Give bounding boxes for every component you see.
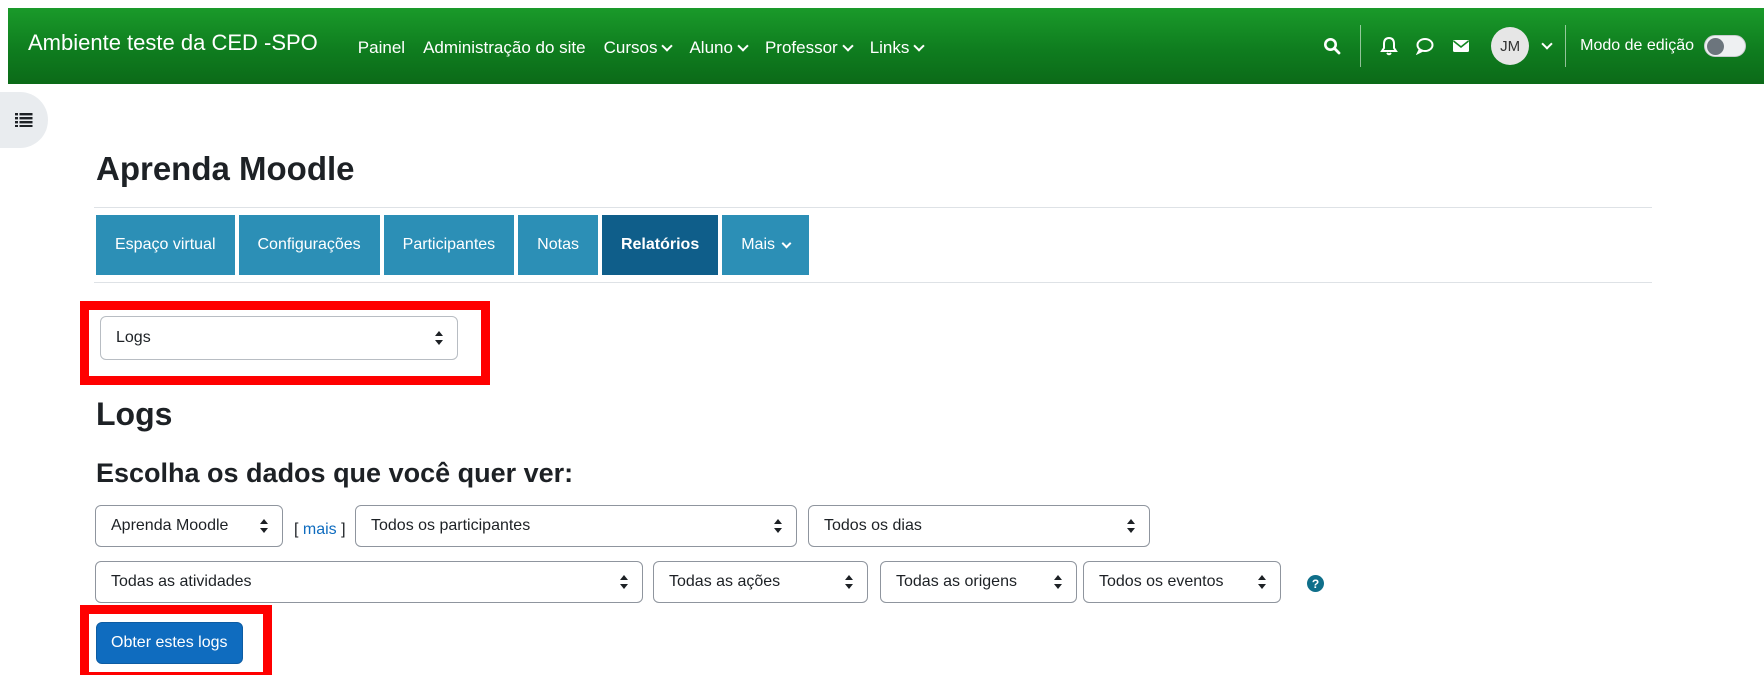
tab-relatorios[interactable]: Relatórios [601, 215, 719, 275]
primary-navigation: Painel Administração do site Cursos Alun… [358, 38, 926, 58]
select-arrows-icon [774, 519, 782, 533]
more-courses-link-wrapper: [ mais ] [294, 521, 346, 538]
navbar-divider [1360, 25, 1362, 67]
divider [94, 282, 1652, 283]
navbar-right: JM Modo de edição [1318, 8, 1746, 84]
nav-painel[interactable]: Painel [358, 38, 405, 58]
avatar[interactable]: JM [1491, 27, 1530, 65]
page-heading: Logs [96, 396, 173, 432]
course-tabs: Espaço virtual Configurações Participant… [96, 215, 809, 275]
days-filter-select[interactable]: Todos os dias [808, 505, 1150, 547]
chevron-down-icon[interactable] [1541, 38, 1553, 50]
course-index-toggle[interactable] [0, 92, 48, 148]
envelope-icon[interactable] [1447, 32, 1475, 60]
list-icon [15, 113, 33, 127]
site-brand[interactable]: Ambiente teste da CED -SPO [28, 30, 318, 56]
nav-links[interactable]: Links [870, 38, 926, 58]
nav-aluno[interactable]: Aluno [689, 38, 749, 58]
tab-mais[interactable]: Mais [722, 215, 809, 275]
tab-notas[interactable]: Notas [518, 215, 598, 275]
activities-filter-select[interactable]: Todas as atividades [95, 561, 643, 603]
chevron-down-icon [661, 40, 674, 52]
select-arrows-icon [620, 575, 628, 589]
course-title: Aprenda Moodle [96, 150, 355, 187]
tab-espaco-virtual[interactable]: Espaço virtual [96, 215, 235, 275]
chevron-down-icon [913, 40, 926, 52]
nav-cursos[interactable]: Cursos [604, 38, 674, 58]
events-filter-select[interactable]: Todos os eventos [1083, 561, 1281, 603]
select-arrows-icon [1258, 575, 1266, 589]
select-arrows-icon [260, 519, 268, 533]
course-filter-select[interactable]: Aprenda Moodle [95, 505, 283, 547]
edit-mode-toggle[interactable] [1704, 35, 1746, 57]
chat-icon[interactable] [1411, 32, 1439, 60]
get-logs-button[interactable]: Obter estes logs [96, 622, 243, 664]
nav-professor[interactable]: Professor [765, 38, 854, 58]
divider [94, 207, 1652, 208]
navbar-divider [1565, 25, 1567, 67]
participants-filter-select[interactable]: Todos os participantes [355, 505, 797, 547]
select-arrows-icon [1127, 519, 1135, 533]
bell-icon[interactable] [1375, 32, 1403, 60]
filter-heading: Escolha os dados que você quer ver: [96, 458, 574, 488]
actions-filter-select[interactable]: Todas as ações [653, 561, 868, 603]
chevron-down-icon [842, 40, 854, 52]
top-navbar: Ambiente teste da CED -SPO Painel Admini… [8, 8, 1764, 84]
edit-mode-label: Modo de edição [1580, 37, 1694, 54]
tab-configuracoes[interactable]: Configurações [238, 215, 380, 275]
question-icon[interactable]: ? [1307, 575, 1324, 592]
origins-filter-select[interactable]: Todas as origens [880, 561, 1077, 603]
select-arrows-icon [435, 331, 443, 345]
chevron-down-icon [737, 40, 749, 52]
chevron-down-icon [781, 238, 792, 248]
report-select[interactable]: Logs [100, 316, 458, 360]
nav-administracao[interactable]: Administração do site [423, 38, 586, 58]
more-courses-link[interactable]: mais [303, 521, 337, 538]
tab-participantes[interactable]: Participantes [383, 215, 515, 275]
select-arrows-icon [1054, 575, 1062, 589]
search-icon[interactable] [1318, 32, 1346, 60]
select-arrows-icon [845, 575, 853, 589]
